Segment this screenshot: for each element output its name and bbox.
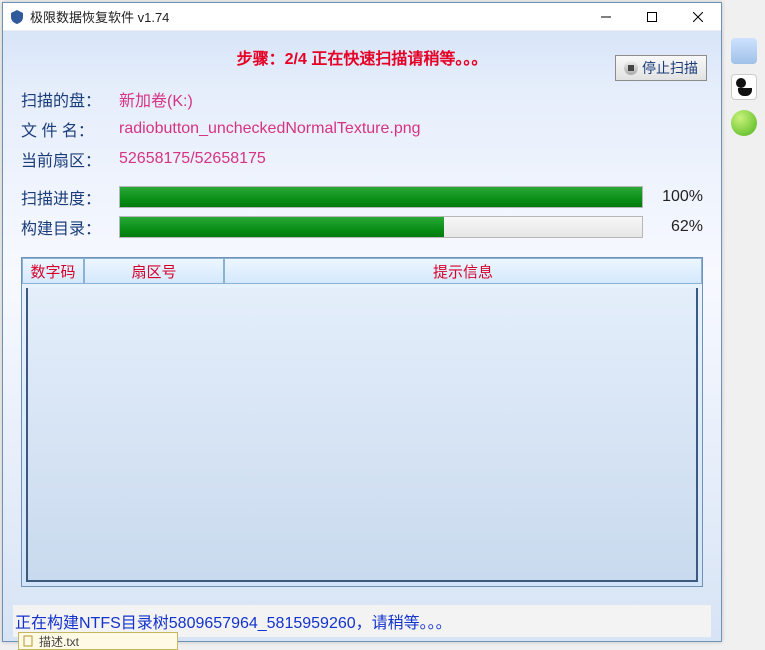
disk-value: 新加卷(K:)	[119, 87, 193, 111]
sector-value: 52658175/52658175	[119, 150, 266, 168]
build-progress-percent: 62%	[651, 218, 703, 236]
title-bar: 极限数据恢复软件 v1.74	[3, 3, 721, 31]
stop-scan-button[interactable]: 停止扫描	[615, 55, 707, 81]
scan-progress-bar	[119, 186, 643, 208]
client-area: 步骤：2/4 正在快速扫描请稍等。。。 停止扫描 扫描的盘： 新加卷(K:) 文…	[3, 31, 721, 641]
disk-label: 扫描的盘：	[21, 87, 119, 111]
app-icon	[9, 9, 25, 25]
taskbar-item-label: 描述.txt	[39, 633, 79, 650]
table-header: 数字码 扇区号 提示信息	[22, 258, 702, 284]
close-button[interactable]	[675, 3, 721, 31]
stop-label: 停止扫描	[642, 58, 698, 78]
col-sector[interactable]: 扇区号	[84, 258, 224, 284]
col-message[interactable]: 提示信息	[224, 258, 702, 284]
qq-icon[interactable]	[731, 74, 757, 100]
window-title: 极限数据恢复软件 v1.74	[30, 7, 583, 26]
step-label: 步骤：2/4 正在快速扫描请稍等。。。	[13, 45, 711, 69]
scan-progress-fill	[120, 187, 642, 207]
help-icon[interactable]	[731, 110, 757, 136]
build-progress-fill	[120, 217, 444, 237]
side-toolbar	[725, 38, 763, 136]
maximize-button[interactable]	[629, 3, 675, 31]
scan-progress-label: 扫描进度：	[21, 185, 119, 209]
tool-icon-1[interactable]	[731, 38, 757, 64]
build-progress-label: 构建目录：	[21, 215, 119, 239]
log-table: 数字码 扇区号 提示信息	[21, 257, 703, 587]
build-progress-bar	[119, 216, 643, 238]
taskbar-item[interactable]: 描述.txt	[18, 632, 178, 650]
minimize-button[interactable]	[583, 3, 629, 31]
table-body	[26, 288, 698, 582]
stop-icon	[624, 61, 638, 75]
scan-progress-percent: 100%	[651, 188, 703, 206]
file-label: 文 件 名：	[21, 117, 119, 141]
file-value: radiobutton_uncheckedNormalTexture.png	[119, 120, 421, 138]
col-code[interactable]: 数字码	[22, 258, 84, 284]
document-icon	[23, 635, 35, 647]
sector-label: 当前扇区：	[21, 147, 119, 171]
main-window: 极限数据恢复软件 v1.74 步骤：2/4 正在快速扫描请稍等。。。 停止扫描 …	[2, 2, 722, 642]
